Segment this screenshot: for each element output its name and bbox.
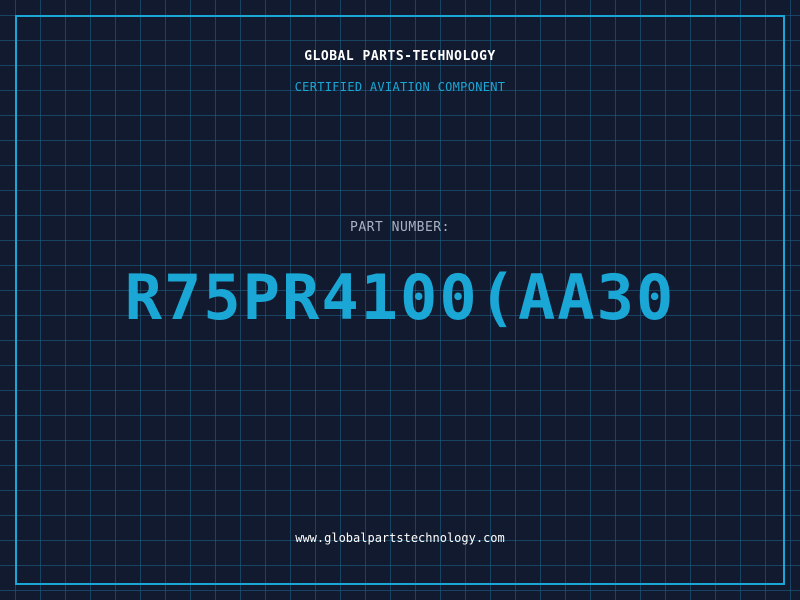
company-name: GLOBAL PARTS-TECHNOLOGY — [304, 49, 496, 64]
part-number-value: R75PR4100(AA30 — [124, 261, 676, 334]
certification-subtitle: CERTIFIED AVIATION COMPONENT — [294, 80, 506, 94]
part-number-label: PART NUMBER: — [350, 220, 450, 235]
website-url: www.globalpartstechnology.com — [295, 531, 505, 545]
